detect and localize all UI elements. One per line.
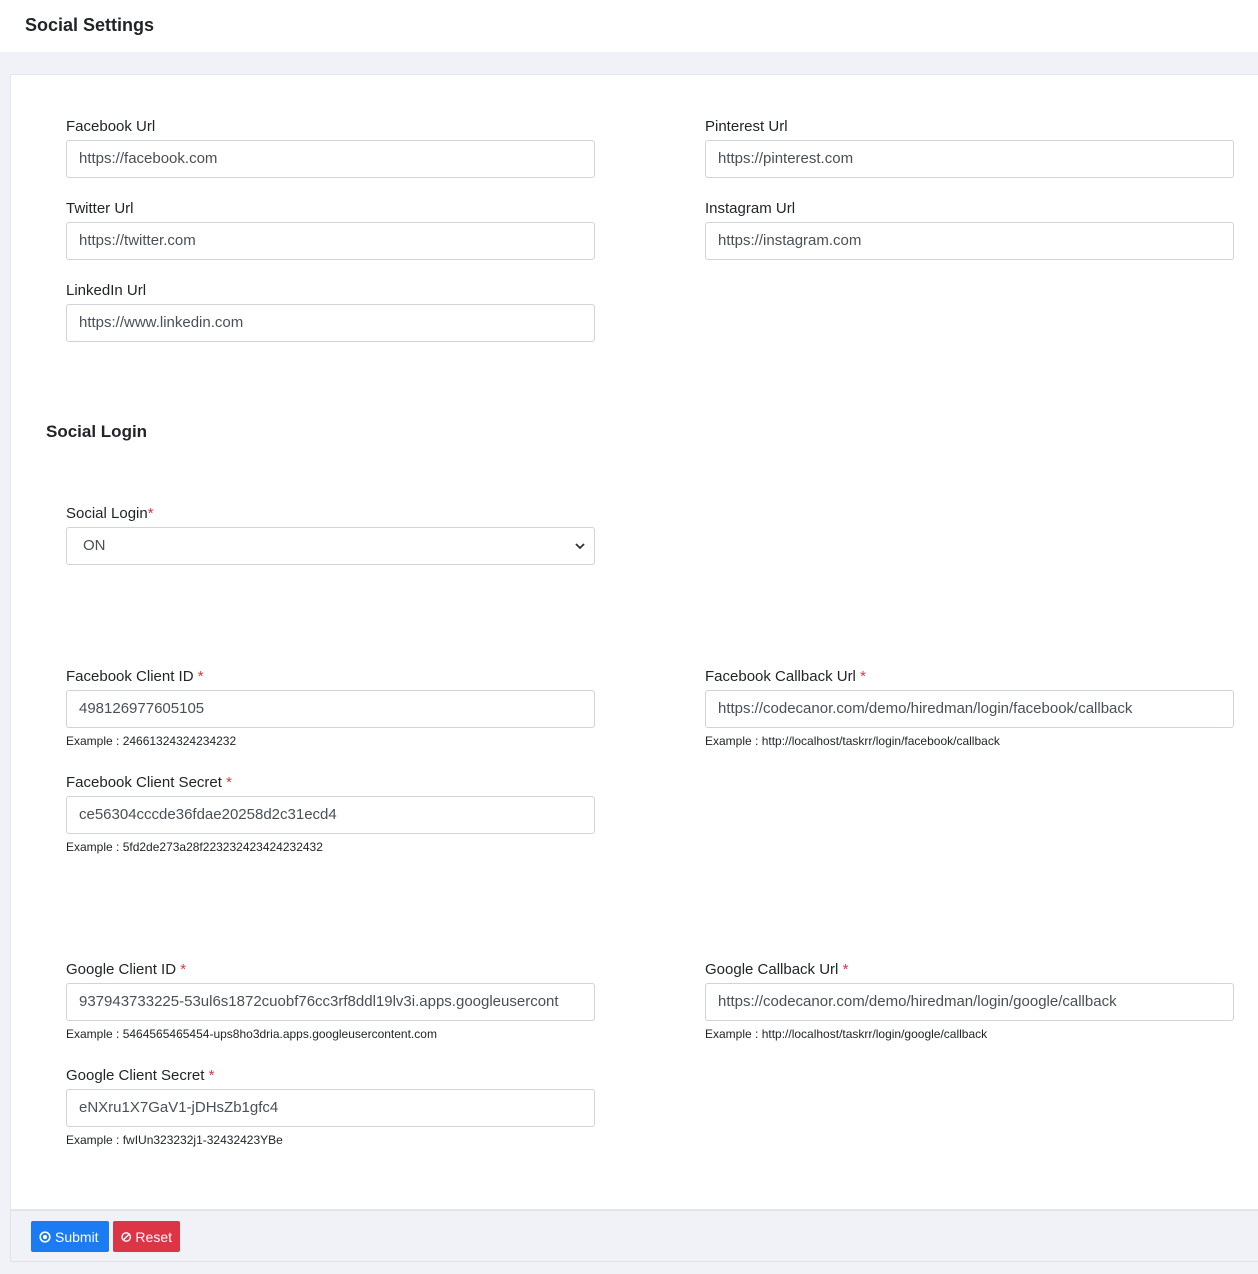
- linkedin-url-label: LinkedIn Url: [66, 282, 147, 299]
- google-callback-input[interactable]: https://codecanor.com/demo/hiredman/logi…: [705, 983, 1234, 1021]
- pinterest-url-group: Pinterest Url https://pinterest.com: [705, 118, 1234, 178]
- facebook-url-input[interactable]: https://facebook.com: [66, 140, 595, 178]
- facebook-client-secret-hint: Example : 5fd2de273a28f22323242342423243…: [66, 840, 323, 854]
- twitter-url-label: Twitter Url: [66, 200, 134, 217]
- facebook-client-id-label: Facebook Client ID *: [66, 668, 204, 685]
- facebook-client-id-input[interactable]: 498126977605105: [66, 690, 595, 728]
- google-client-secret-hint: Example : fwIUn323232j1-32432423YBe: [66, 1133, 283, 1147]
- google-client-id-hint: Example : 5464565465454-ups8ho3dria.apps…: [66, 1027, 437, 1041]
- facebook-callback-group: Facebook Callback Url * https://codecano…: [705, 668, 1234, 748]
- circle-dot-icon: [39, 1230, 51, 1243]
- facebook-callback-label: Facebook Callback Url *: [705, 668, 866, 685]
- submit-button[interactable]: Submit: [31, 1221, 109, 1252]
- instagram-url-input[interactable]: https://instagram.com: [705, 222, 1234, 260]
- chevron-down-icon: [575, 543, 585, 550]
- pinterest-url-label: Pinterest Url: [705, 118, 788, 135]
- required-mark: *: [180, 961, 187, 978]
- reset-label: Reset: [135, 1228, 172, 1245]
- facebook-callback-input[interactable]: https://codecanor.com/demo/hiredman/logi…: [705, 690, 1234, 728]
- google-client-id-input[interactable]: 937943733225-53ul6s1872cuobf76cc3rf8ddl1…: [66, 983, 595, 1021]
- social-login-heading: Social Login: [46, 422, 148, 441]
- linkedin-url-input[interactable]: https://www.linkedin.com: [66, 304, 595, 342]
- social-login-group: Social Login* ON: [66, 505, 595, 565]
- required-mark: *: [842, 961, 849, 978]
- facebook-url-label: Facebook Url: [66, 118, 156, 135]
- twitter-url-input[interactable]: https://twitter.com: [66, 222, 595, 260]
- google-client-id-group: Google Client ID * 937943733225-53ul6s18…: [66, 961, 595, 1041]
- google-client-id-label: Google Client ID *: [66, 961, 187, 978]
- ban-icon: [121, 1231, 132, 1242]
- required-mark: *: [147, 505, 154, 522]
- submit-label: Submit: [55, 1228, 99, 1245]
- page-title: Social Settings: [25, 15, 155, 35]
- google-callback-group: Google Callback Url * https://codecanor.…: [705, 961, 1234, 1041]
- facebook-callback-hint: Example : http://localhost/taskrr/login/…: [705, 734, 1000, 748]
- required-mark: *: [208, 1067, 215, 1084]
- linkedin-url-group: LinkedIn Url https://www.linkedin.com: [66, 282, 595, 342]
- facebook-url-group: Facebook Url https://facebook.com: [66, 118, 595, 178]
- social-login-select[interactable]: ON: [66, 527, 595, 565]
- facebook-client-secret-label: Facebook Client Secret *: [66, 774, 232, 791]
- pinterest-url-input[interactable]: https://pinterest.com: [705, 140, 1234, 178]
- required-mark: *: [197, 668, 204, 685]
- reset-button[interactable]: Reset: [113, 1221, 180, 1252]
- google-callback-hint: Example : http://localhost/taskrr/login/…: [705, 1027, 988, 1041]
- google-client-secret-label: Google Client Secret *: [66, 1067, 215, 1084]
- google-client-secret-group: Google Client Secret * eNXru1X7GaV1-jDHs…: [66, 1067, 595, 1147]
- social-login-selected-value: ON: [83, 537, 106, 554]
- facebook-client-secret-input[interactable]: ce56304cccde36fdae20258d2c31ecd4: [66, 796, 595, 834]
- google-callback-label: Google Callback Url *: [705, 961, 849, 978]
- google-client-secret-input[interactable]: eNXru1X7GaV1-jDHsZb1gfc4: [66, 1089, 595, 1127]
- top-bar: Social Settings: [0, 0, 1258, 52]
- required-mark: *: [226, 774, 232, 791]
- facebook-client-id-group: Facebook Client ID * 498126977605105 Exa…: [66, 668, 595, 748]
- required-mark: *: [860, 668, 866, 685]
- social-login-label: Social Login*: [66, 505, 154, 522]
- instagram-url-label: Instagram Url: [705, 200, 796, 217]
- instagram-url-group: Instagram Url https://instagram.com: [705, 200, 1234, 260]
- facebook-client-id-hint: Example : 24661324324234232: [66, 734, 237, 748]
- facebook-client-secret-group: Facebook Client Secret * ce56304cccde36f…: [66, 774, 595, 854]
- twitter-url-group: Twitter Url https://twitter.com: [66, 200, 595, 260]
- form-footer: [10, 1210, 1258, 1262]
